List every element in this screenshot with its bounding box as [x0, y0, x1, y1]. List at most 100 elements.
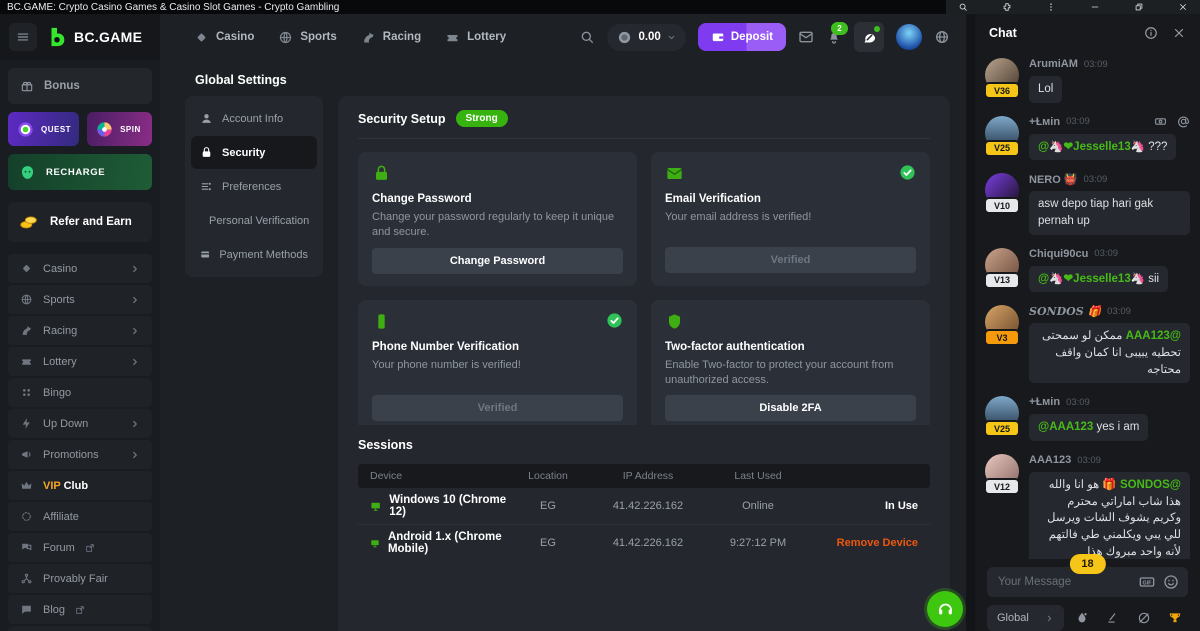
tip-icon[interactable] — [1154, 115, 1167, 128]
sidebar-item[interactable]: Up Down — [8, 409, 152, 438]
mention-link[interactable]: @SONDOS 🎁 — [1102, 479, 1181, 491]
nav-item[interactable]: Lottery — [445, 30, 506, 45]
notifications-button[interactable]: 2 — [826, 29, 842, 45]
spin-button[interactable]: SPIN — [87, 112, 152, 146]
recharge-button[interactable]: RECHARGE — [8, 154, 152, 190]
globe-icon — [934, 29, 950, 45]
sidebar-item[interactable]: Sport Betting Insig... — [8, 626, 152, 631]
chat-message: V10 NERO 👹 03:09 asw depo tiap hari gak … — [985, 171, 1190, 234]
chat-rules-info-icon[interactable] — [1144, 26, 1158, 40]
chat-username[interactable]: ArumiAM — [1029, 58, 1078, 70]
minimize-icon[interactable] — [1090, 2, 1100, 12]
card-action-button[interactable]: Disable 2FA — [665, 395, 916, 421]
sidebar-item[interactable]: Sports — [8, 285, 152, 314]
nav-item[interactable]: Casino — [194, 30, 254, 45]
sidebar-item[interactable]: Lottery — [8, 347, 152, 376]
sidebar-item[interactable]: Bingo — [8, 378, 152, 407]
verified-check-icon — [606, 312, 623, 329]
settings-tab[interactable]: Account Info — [191, 102, 317, 135]
settings-nav: Account Info Security Preferences Person… — [185, 96, 323, 277]
security-setup-title: Security Setup — [358, 112, 446, 126]
session-action[interactable]: In Use — [808, 500, 918, 512]
card-action-button[interactable]: Change Password — [372, 248, 623, 274]
chat-toggle-button[interactable] — [854, 22, 884, 52]
search-button[interactable] — [579, 29, 595, 45]
message-input[interactable] — [996, 575, 1131, 589]
zoom-icon[interactable] — [958, 2, 968, 12]
chat-close-icon[interactable] — [1172, 26, 1186, 40]
chat-username[interactable]: Chiqui90cu — [1029, 248, 1088, 260]
quest-button[interactable]: QUEST — [8, 112, 79, 146]
extensions-icon[interactable] — [1002, 2, 1012, 12]
chat-timestamp: 03:09 — [1077, 455, 1101, 466]
chat-room-selector[interactable]: Global — [987, 605, 1064, 631]
leaderboard-button[interactable] — [1163, 611, 1188, 625]
sidebar-item[interactable]: Promotions — [8, 440, 152, 469]
fair-icon — [20, 572, 33, 585]
security-card: Two-factor authentication Enable Two-fac… — [651, 300, 930, 434]
chat-panel: Chat V36 ArumiAM 03:09 — [975, 14, 1200, 631]
close-window-icon[interactable] — [1178, 2, 1188, 12]
chevron-right-icon — [130, 326, 140, 336]
chat-message: V13 Chiqui90cu 03:09 @🦄❤Jesselle13🦄 sii — [985, 246, 1190, 293]
mention-link[interactable]: @🦄❤Jesselle13🦄 — [1038, 141, 1145, 153]
security-card: Phone Number Verification Your phone num… — [358, 300, 637, 434]
sidebar-item-bonus[interactable]: Bonus — [8, 68, 152, 104]
sidebar-item[interactable]: Forum — [8, 533, 152, 562]
mention-link[interactable]: @AAA123 — [1126, 330, 1181, 342]
hide-amounts-button[interactable] — [1132, 611, 1157, 625]
casino-chip-icon — [20, 262, 33, 275]
chat-username[interactable]: NERO 👹 — [1029, 173, 1078, 186]
chat-timestamp: 03:09 — [1094, 248, 1118, 259]
sidebar: Bonus QUEST SPIN RECHARGE Refer and Earn — [0, 60, 160, 631]
settings-tab[interactable]: Payment Methods — [191, 238, 317, 271]
refer-and-earn-button[interactable]: Refer and Earn — [8, 202, 152, 242]
envelope-icon — [665, 164, 684, 183]
mention-icon[interactable] — [1177, 115, 1190, 128]
brand-logo[interactable]: BC.GAME — [46, 26, 142, 48]
support-button[interactable] — [927, 591, 963, 627]
settings-tab[interactable]: Personal Verification — [191, 204, 317, 237]
unread-count-badge[interactable]: 18 — [1069, 554, 1105, 574]
user-avatar[interactable] — [896, 24, 922, 50]
sidebar-item[interactable]: Casino — [8, 254, 152, 283]
card-description: Your email address is verified! — [665, 210, 916, 239]
recharge-mascot-icon — [18, 163, 37, 182]
settings-tab[interactable]: Security — [191, 136, 317, 169]
card-title: Change Password — [372, 193, 623, 205]
sidebar-item[interactable]: VIP Club — [8, 471, 152, 500]
gif-icon[interactable]: GIF — [1139, 574, 1155, 590]
emoji-icon[interactable] — [1163, 574, 1179, 590]
security-strength-badge: Strong — [456, 110, 508, 127]
sessions-table-header: Device Location IP Address Last Used — [358, 464, 930, 488]
sidebar-item[interactable]: Racing — [8, 316, 152, 345]
deposit-button[interactable]: Deposit — [698, 23, 786, 51]
mention-link[interactable]: @🦄❤Jesselle13🦄 — [1038, 273, 1145, 285]
language-button[interactable] — [934, 29, 950, 45]
sidebar-item[interactable]: Provably Fair — [8, 564, 152, 593]
browser-menu-icon[interactable] — [1046, 2, 1056, 12]
messages-button[interactable] — [798, 29, 814, 45]
chat-messages: V36 ArumiAM 03:09 Lol — [975, 52, 1200, 559]
chat-username[interactable]: +Ɫмin — [1029, 116, 1060, 128]
wallet-balance[interactable]: 0.00 — [607, 24, 685, 51]
sidebar-toggle-button[interactable] — [9, 23, 37, 51]
security-setup-panel: Security Setup Strong Change Password Ch… — [338, 96, 950, 453]
chat-title: Chat — [989, 26, 1130, 40]
racing-horse-icon — [361, 30, 376, 45]
sidebar-item[interactable]: Affiliate — [8, 502, 152, 531]
nav-item[interactable]: Racing — [361, 30, 421, 45]
nav-item[interactable]: Sports — [278, 30, 336, 45]
maximize-icon[interactable] — [1134, 2, 1144, 12]
rain-button[interactable] — [1070, 611, 1095, 625]
chat-username[interactable]: +Ɫмin — [1029, 396, 1060, 408]
chat-message: V25 +Ɫмin 03:09 @AAA123 yes i am — [985, 394, 1190, 441]
sidebar-item[interactable]: Blog — [8, 595, 152, 624]
settings-tab[interactable]: Preferences — [191, 170, 317, 203]
mention-link[interactable]: @AAA123 — [1038, 421, 1093, 433]
vip-level-badge: V36 — [986, 84, 1018, 97]
chat-username[interactable]: AAA123 — [1029, 454, 1071, 466]
session-action[interactable]: Remove Device — [808, 537, 918, 549]
chat-username[interactable]: SONDOS 🎁 — [1029, 305, 1101, 318]
chat-settings-button[interactable] — [1101, 611, 1126, 625]
